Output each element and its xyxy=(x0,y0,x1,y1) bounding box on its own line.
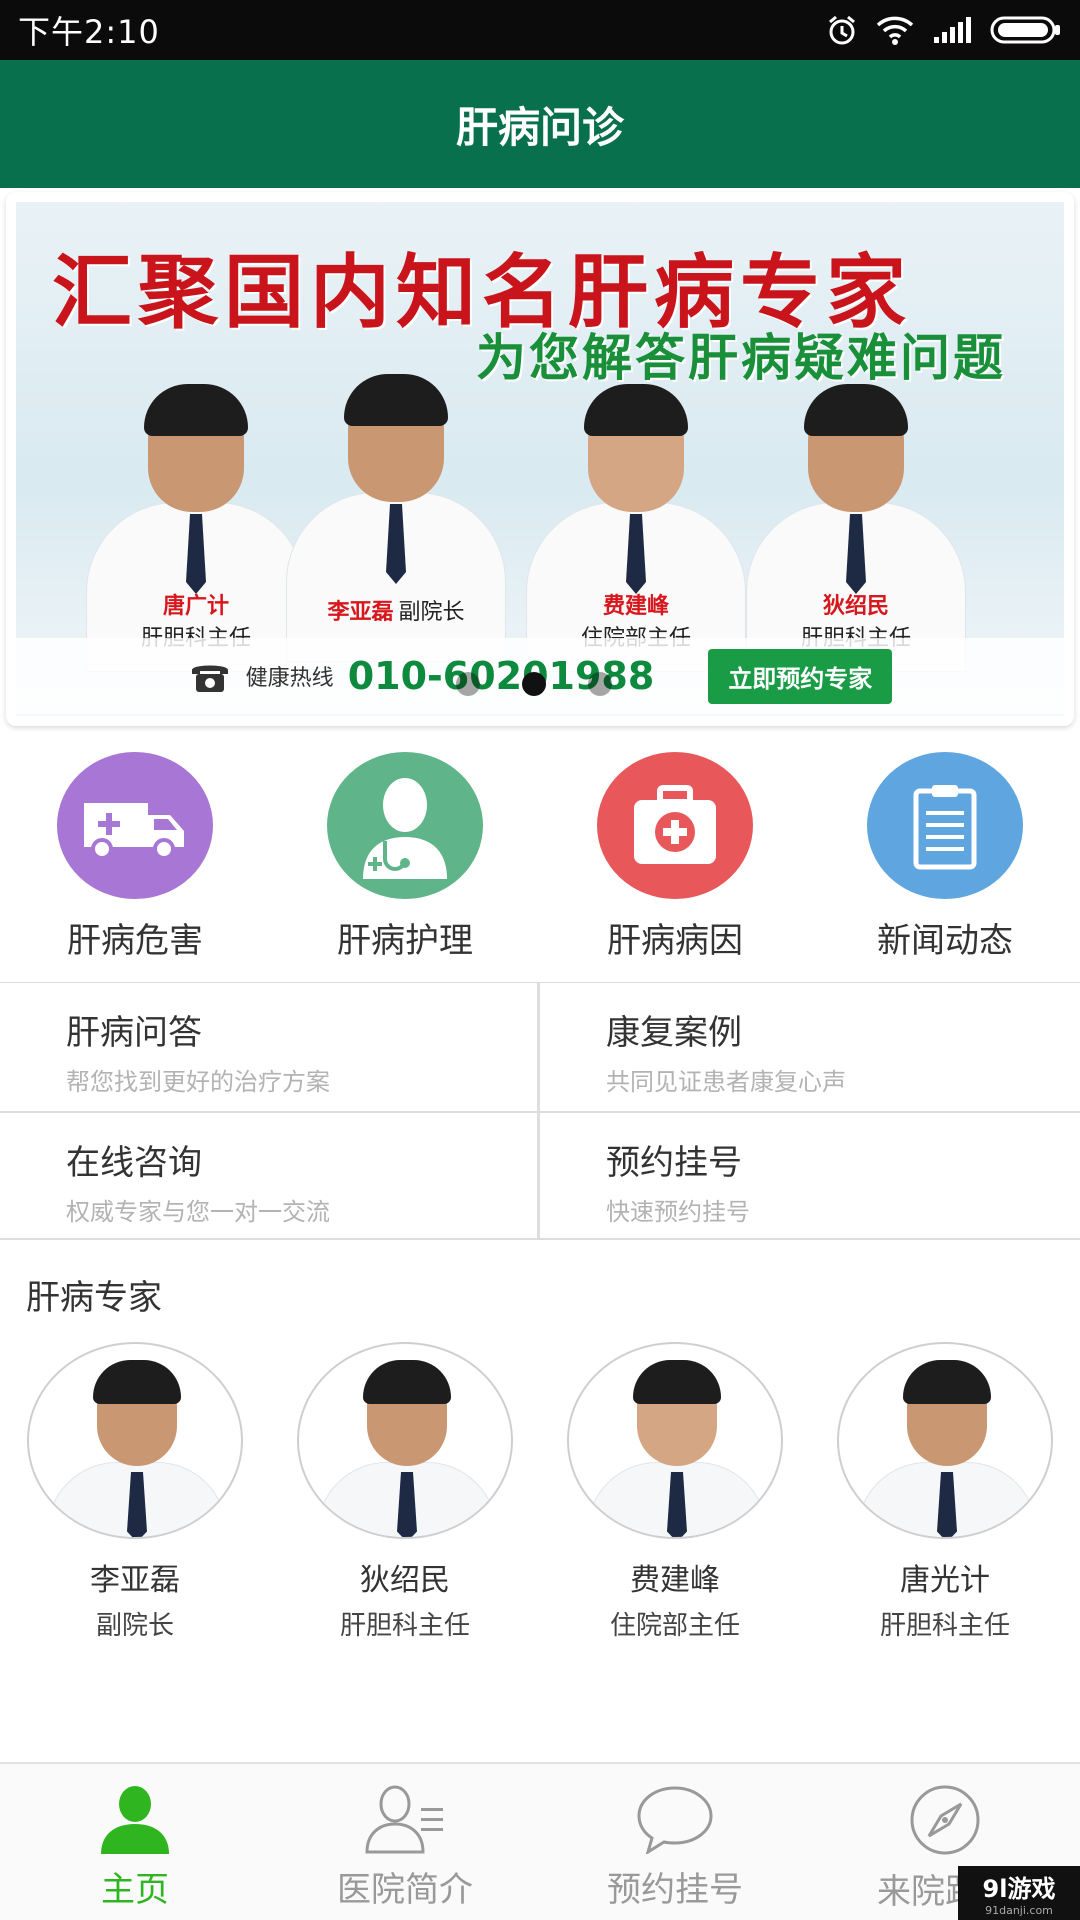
expert-card[interactable]: 费建峰 住院部主任 xyxy=(540,1342,810,1642)
person-icon xyxy=(101,1786,169,1854)
banner-doctor: 李亚磊 副院长 xyxy=(286,374,506,662)
grid-item-subtitle: 共同见证患者康复心声 xyxy=(606,1068,846,1096)
expert-title: 副院长 xyxy=(95,1611,174,1641)
grid-item-appointment[interactable]: 预约挂号 快速预约挂号 xyxy=(540,1113,1080,1241)
expert-card[interactable]: 李亚磊 副院长 xyxy=(0,1342,270,1642)
grid-item-title: 在线咨询 xyxy=(66,1143,202,1183)
compass-icon xyxy=(910,1785,980,1855)
tab-appointment[interactable]: 预约挂号 xyxy=(540,1764,810,1920)
banner-carousel[interactable]: 汇聚国内知名肝病专家 为您解答肝病疑难问题 唐广计肝胆科主任 李亚磊 副院长 费… xyxy=(6,192,1074,726)
status-time: 下午2:10 xyxy=(18,13,160,51)
grid-divider xyxy=(0,1111,1080,1113)
expert-title: 肝胆科主任 xyxy=(339,1611,470,1641)
doctor-icon xyxy=(327,752,483,899)
expert-card[interactable]: 唐光计 肝胆科主任 xyxy=(810,1342,1080,1642)
tab-home[interactable]: 主页 xyxy=(0,1764,270,1920)
medical-kit-icon xyxy=(597,752,753,899)
watermark-url: 91danji.com xyxy=(985,1904,1053,1917)
banner-subheadline: 为您解答肝病疑难问题 xyxy=(476,329,1006,387)
signal-icon xyxy=(934,17,971,43)
quick-link-label: 新闻动态 xyxy=(877,921,1013,961)
wifi-icon xyxy=(876,16,914,45)
feature-grid: 肝病问答 帮您找到更好的治疗方案 康复案例 共同见证患者康复心声 在线咨询 权威… xyxy=(0,982,1080,1240)
banner-doctor-name: 费建峰 xyxy=(602,594,669,619)
avatar xyxy=(837,1342,1053,1539)
ambulance-icon xyxy=(57,752,213,899)
tab-label: 预约挂号 xyxy=(607,1870,743,1910)
status-icons xyxy=(826,14,1062,46)
quick-links: 肝病危害 肝病护理 肝病病因 新闻动态 xyxy=(0,752,1080,962)
watermark-logo: 9l游戏 91danji.com xyxy=(958,1866,1080,1920)
banner-doctor-name: 唐广计 xyxy=(162,594,229,619)
section-title: 肝病专家 xyxy=(26,1278,162,1318)
expert-name: 费建峰 xyxy=(630,1563,720,1598)
quick-link-cause[interactable]: 肝病病因 xyxy=(540,752,810,962)
tab-label: 医院简介 xyxy=(337,1870,473,1910)
grid-item-subtitle: 快速预约挂号 xyxy=(606,1198,750,1226)
grid-item-title: 肝病问答 xyxy=(66,1013,202,1053)
alarm-icon xyxy=(829,15,855,45)
grid-item-subtitle: 权威专家与您一对一交流 xyxy=(66,1198,330,1226)
expert-title: 肝胆科主任 xyxy=(879,1611,1010,1641)
grid-item-title: 康复案例 xyxy=(606,1013,742,1053)
banner-doctor: 狄绍民肝胆科主任 xyxy=(746,384,966,672)
page-title: 肝病问诊 xyxy=(455,102,624,152)
bottom-tab-bar: 主页 医院简介 预约挂号 来院路线 xyxy=(0,1762,1080,1920)
clipboard-icon xyxy=(867,752,1023,899)
banner-doctor-name: 狄绍民 xyxy=(822,594,889,619)
tab-hospital-intro[interactable]: 医院简介 xyxy=(270,1764,540,1920)
banner-doctor-name: 李亚磊 xyxy=(327,600,394,625)
grid-item-subtitle: 帮您找到更好的治疗方案 xyxy=(66,1068,330,1096)
quick-link-label: 肝病护理 xyxy=(337,921,473,961)
expert-name: 唐光计 xyxy=(900,1563,990,1598)
grid-item-qa[interactable]: 肝病问答 帮您找到更好的治疗方案 xyxy=(0,983,540,1111)
avatar xyxy=(297,1342,513,1539)
carousel-dot[interactable] xyxy=(456,672,480,696)
carousel-dot-active[interactable] xyxy=(522,672,546,696)
expert-title: 住院部主任 xyxy=(609,1611,740,1641)
expert-name: 狄绍民 xyxy=(360,1563,450,1598)
book-expert-button[interactable]: 立即预约专家 xyxy=(708,648,893,704)
battery-icon xyxy=(990,16,1060,44)
carousel-dot[interactable] xyxy=(588,672,612,696)
telephone-icon xyxy=(191,665,228,692)
avatar xyxy=(567,1342,783,1539)
avatar xyxy=(27,1342,243,1539)
quick-link-harm[interactable]: 肝病危害 xyxy=(0,752,270,962)
status-bar: 下午2:10 xyxy=(0,0,1080,60)
tab-label: 主页 xyxy=(101,1870,169,1910)
grid-item-title: 预约挂号 xyxy=(606,1143,742,1183)
hotline-label: 健康热线 xyxy=(245,666,334,691)
quick-link-label: 肝病病因 xyxy=(607,921,743,961)
grid-item-consult[interactable]: 在线咨询 权威专家与您一对一交流 xyxy=(0,1113,540,1241)
quick-link-label: 肝病危害 xyxy=(67,921,203,961)
expert-list: 李亚磊 副院长 狄绍民 肝胆科主任 费建峰 住院部主任 唐光计 肝胆科主任 xyxy=(0,1342,1080,1642)
banner-doctor: 唐广计肝胆科主任 xyxy=(86,384,306,672)
quick-link-care[interactable]: 肝病护理 xyxy=(270,752,540,962)
banner-doctor: 费建峰住院部主任 xyxy=(526,384,746,672)
watermark-text: 9l游戏 xyxy=(982,1875,1056,1903)
expert-card[interactable]: 狄绍民 肝胆科主任 xyxy=(270,1342,540,1642)
app-header: 肝病问诊 xyxy=(0,60,1080,188)
chat-bubble-icon xyxy=(637,1786,713,1854)
carousel-indicator xyxy=(456,672,612,696)
expert-name: 李亚磊 xyxy=(90,1563,180,1598)
banner-image[interactable]: 汇聚国内知名肝病专家 为您解答肝病疑难问题 唐广计肝胆科主任 李亚磊 副院长 费… xyxy=(16,202,1064,716)
banner-doctor-title: 副院长 xyxy=(398,600,465,625)
quick-link-news[interactable]: 新闻动态 xyxy=(810,752,1080,962)
profile-list-icon xyxy=(365,1785,443,1854)
grid-item-cases[interactable]: 康复案例 共同见证患者康复心声 xyxy=(540,983,1080,1111)
